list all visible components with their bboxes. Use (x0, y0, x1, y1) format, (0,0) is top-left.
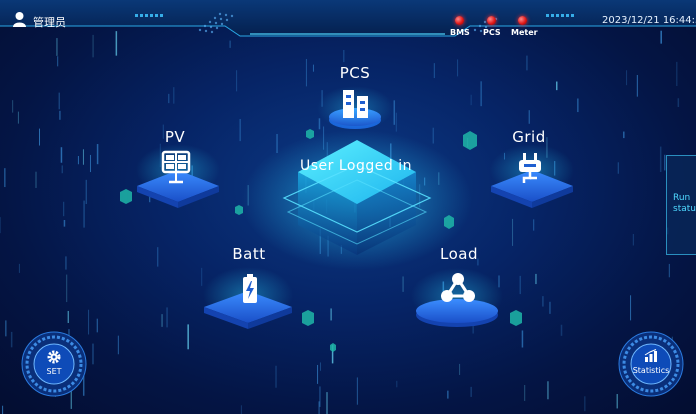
batt-label: Batt (232, 245, 266, 263)
network-nodes-icon (441, 273, 475, 302)
power-plug-icon (519, 153, 541, 183)
statistics-button[interactable]: Statistics (618, 331, 684, 397)
set-button[interactable]: SET (21, 331, 87, 397)
battery-charging-icon (243, 274, 257, 303)
login-status-text: User Logged in (300, 158, 412, 174)
statistics-button-label: Statistics (632, 366, 670, 375)
bar-chart-icon (644, 349, 657, 362)
energy-flow-scene (120, 86, 574, 352)
pv-label: PV (164, 128, 186, 146)
solar-panel-icon (161, 150, 191, 184)
run-status-label: Run status (673, 193, 696, 214)
set-button-ring (21, 331, 87, 397)
statistics-button-ring (618, 331, 684, 397)
pcs-label: PCS (339, 64, 371, 82)
set-button-label: SET (46, 367, 62, 376)
pcs-icon (343, 90, 368, 118)
main-screen: 管理员 BMS PCS Meter 2023/12/21 16:44:59 (0, 0, 696, 414)
gear-icon (47, 350, 61, 364)
grid-label: Grid (512, 128, 546, 146)
load-label: Load (440, 245, 478, 263)
